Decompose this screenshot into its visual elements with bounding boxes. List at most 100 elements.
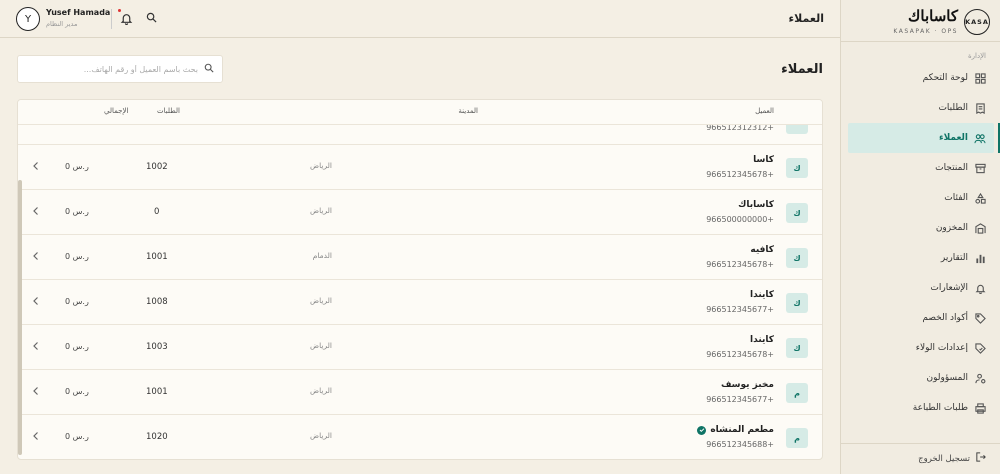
- table-row[interactable]: ك كايندا 966512345677+ الرياض 1008 0 ر.س: [18, 280, 822, 325]
- customer-total: 0 ر.س: [65, 252, 89, 261]
- search-input[interactable]: [28, 64, 198, 74]
- customer-orders: 1001: [146, 387, 168, 397]
- bell-icon: [974, 282, 986, 294]
- sidebar-item-label: الفئات: [944, 193, 968, 203]
- sidebar-item-label: الطلبات: [938, 103, 968, 113]
- receipt-icon: [974, 102, 986, 114]
- user-settings-icon: [974, 372, 986, 384]
- table-row[interactable]: م مخبز يوسف 966512345677+ الرياض 1001 0 …: [18, 370, 822, 415]
- customer-phone: 966512345678+: [706, 350, 774, 359]
- table-row[interactable]: ك كايندا 966512345678+ الرياض 1003 0 ر.س: [18, 325, 822, 370]
- sidebar-item-products[interactable]: المنتجات: [840, 153, 1000, 183]
- customer-name-text: كايندا: [750, 335, 774, 345]
- customer-badge: ك: [786, 158, 808, 178]
- customer-total: 0 ر.س: [65, 297, 89, 306]
- chevron-left-icon[interactable]: [32, 251, 42, 263]
- chevron-left-icon[interactable]: [32, 296, 42, 308]
- customer-badge: ك: [786, 203, 808, 223]
- brand-subtitle: KASAPAK · OPS: [893, 28, 958, 35]
- page-title: العملاء: [781, 62, 823, 77]
- customer-phone: 966500000000+: [706, 215, 774, 224]
- customer-name: كاسا: [753, 155, 774, 165]
- search-icon: [204, 63, 214, 76]
- brand-logo: KASA: [964, 9, 990, 35]
- search-icon[interactable]: [146, 12, 159, 25]
- customer-city: الرياض: [310, 431, 332, 440]
- topbar: Y Yusef Hamada مدير النظام العملاء: [0, 0, 840, 38]
- users-icon: [974, 132, 986, 144]
- sidebar-item-reports[interactable]: التقارير: [840, 243, 1000, 273]
- customer-name-text: كايندا: [750, 290, 774, 300]
- user-role: مدير النظام: [46, 20, 78, 28]
- customer-name: كاساباك: [738, 200, 774, 210]
- avatar[interactable]: Y: [16, 7, 40, 31]
- table-row[interactable]: ك كافيه 966512345678+ الدمام 1001 0 ر.س: [18, 235, 822, 280]
- column-header-customer[interactable]: العميل: [755, 107, 774, 115]
- sidebar-item-orders[interactable]: الطلبات: [840, 93, 1000, 123]
- customer-phone: 966512345677+: [706, 395, 774, 404]
- divider: [111, 9, 112, 29]
- scrollbar[interactable]: [18, 180, 22, 455]
- customer-name: كايندا: [750, 335, 774, 345]
- table-row[interactable]: م مطعم المنشاه 966512345688+ الرياض 1020…: [18, 415, 822, 459]
- customer-orders: 1008: [146, 297, 168, 307]
- customer-city: الرياض: [310, 206, 332, 215]
- sidebar-item-label: إعدادات الولاء: [915, 343, 968, 353]
- customer-total: 0 ر.س: [65, 387, 89, 396]
- sidebar-item-categories[interactable]: الفئات: [840, 183, 1000, 213]
- table-row[interactable]: ك كاساباك 966500000000+ الرياض 0 0 ر.س: [18, 190, 822, 235]
- logout-button[interactable]: تسجيل الخروج: [918, 452, 986, 465]
- box-icon: [974, 162, 986, 174]
- sidebar-item-loyalty-settings[interactable]: إعدادات الولاء: [840, 333, 1000, 363]
- chevron-left-icon[interactable]: [32, 161, 42, 173]
- customer-badge: ك: [786, 338, 808, 358]
- sidebar-nav: لوحة التحكم الطلبات العملاء المنتجات الف…: [840, 63, 1000, 423]
- printer-icon: [974, 402, 986, 414]
- customer-city: الرياض: [310, 161, 332, 170]
- grid-icon: [974, 72, 986, 84]
- sidebar-item-label: المخزون: [935, 223, 968, 233]
- chevron-left-icon[interactable]: [32, 206, 42, 218]
- divider: [840, 41, 1000, 42]
- sidebar-item-discount-codes[interactable]: أكواد الخصم: [840, 303, 1000, 333]
- customer-city: الرياض: [310, 296, 332, 305]
- customer-orders: 0: [154, 207, 160, 217]
- sidebar-item-dashboard[interactable]: لوحة التحكم: [840, 63, 1000, 93]
- customer-total: 0 ر.س: [65, 207, 89, 216]
- sidebar-item-label: الإشعارات: [930, 283, 968, 293]
- sidebar-item-print-requests[interactable]: طلبات الطباعة: [840, 393, 1000, 423]
- verified-check-icon: [697, 425, 707, 435]
- brand[interactable]: KASA كاساباك KASAPAK · OPS: [844, 6, 994, 40]
- user-name: Yusef Hamada: [46, 8, 111, 17]
- customer-badge: ك: [786, 293, 808, 313]
- sidebar-item-customers[interactable]: العملاء: [848, 123, 1000, 153]
- logout-icon: [976, 452, 986, 465]
- sidebar-item-notifications[interactable]: الإشعارات: [840, 273, 1000, 303]
- chevron-left-icon[interactable]: [32, 386, 42, 398]
- notifications-bell-icon[interactable]: [120, 12, 134, 26]
- customer-name-text: كافيه: [750, 245, 774, 255]
- customer-badge: ك: [786, 248, 808, 268]
- customer-badge: م: [786, 383, 808, 403]
- customer-search[interactable]: [17, 55, 223, 83]
- table-row[interactable]: ك كاسا 966512345678+ الرياض 1002 0 ر.س: [18, 145, 822, 190]
- customer-city: الدمام: [312, 251, 332, 260]
- sidebar-item-inventory[interactable]: المخزون: [840, 213, 1000, 243]
- customer-phone: 966512345677+: [706, 305, 774, 314]
- chevron-left-icon[interactable]: [32, 431, 42, 443]
- customers-table: 966512312312+ ك كاسا 966512345678+ الريا…: [17, 99, 823, 460]
- customer-name-text: كاساباك: [738, 200, 774, 210]
- tag-icon: [974, 312, 986, 324]
- customer-name: مخبز يوسف: [721, 380, 774, 390]
- column-header-city[interactable]: المدينة: [458, 107, 478, 115]
- chevron-left-icon[interactable]: [32, 341, 42, 353]
- column-header-orders[interactable]: الطلبات: [157, 107, 180, 115]
- column-header-total[interactable]: الإجمالي: [104, 107, 128, 115]
- customer-total: 0 ر.س: [65, 162, 89, 171]
- customer-name: مطعم المنشاه: [697, 425, 774, 435]
- customer-orders: 1001: [146, 252, 168, 262]
- sidebar-item-label: التقارير: [940, 253, 968, 263]
- sidebar-item-admins[interactable]: المسؤولون: [840, 363, 1000, 393]
- customer-city: الرياض: [310, 341, 332, 350]
- logout-label: تسجيل الخروج: [918, 453, 970, 464]
